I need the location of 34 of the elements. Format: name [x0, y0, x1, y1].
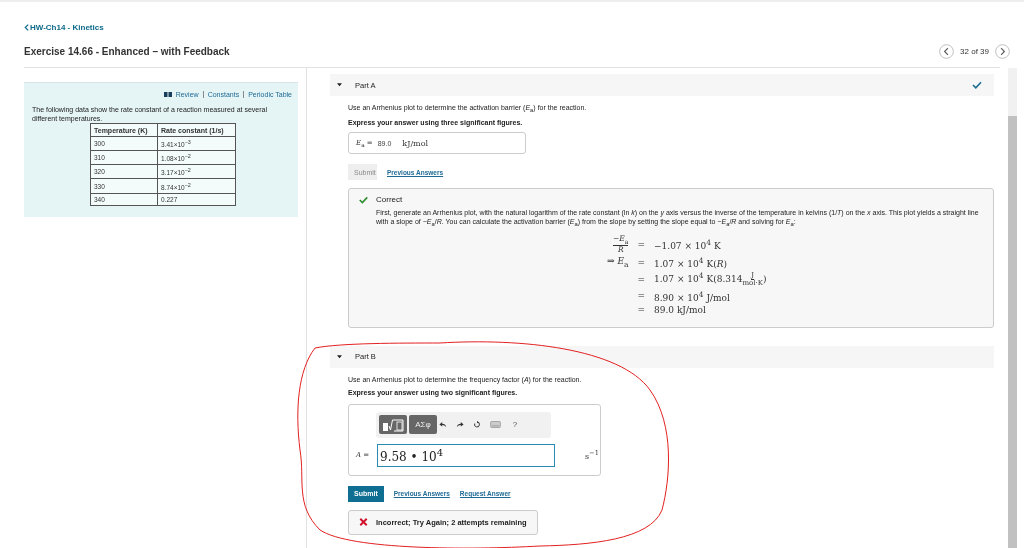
chevron-icon	[24, 24, 29, 31]
checkmark-icon	[359, 195, 368, 204]
undo-icon[interactable]	[439, 421, 447, 429]
cross-icon	[359, 518, 368, 527]
parenthesis: )	[763, 274, 767, 285]
equals-sign: =	[637, 304, 645, 315]
unit-label: s$^{−1}$	[585, 449, 599, 462]
breadcrumb-link[interactable]: HW-Ch14 - Kinetics	[24, 23, 104, 32]
previous-icon[interactable]	[939, 44, 955, 59]
checkmark-icon	[972, 81, 982, 89]
caret-icon	[337, 354, 342, 359]
answer-input[interactable]: 9.58 • 10$^{4}$	[377, 443, 555, 467]
equals-sign: =	[637, 257, 645, 268]
caret-icon	[337, 83, 342, 87]
equation-lhs: ⇒ E$_{a}$	[607, 256, 629, 267]
equation-value: −1.07 × 10$^{4}$ K	[654, 241, 721, 252]
equation-value: 89.0 kJ/mol	[654, 304, 706, 315]
templates-button[interactable]	[379, 415, 407, 435]
equals-sign: =	[637, 274, 645, 285]
scrollbar[interactable]	[1008, 68, 1017, 548]
help-button[interactable]: ?	[510, 415, 520, 435]
reset-icon[interactable]	[473, 421, 481, 429]
redo-icon[interactable]	[456, 421, 464, 429]
symbols-button[interactable]: ΑΣφ	[409, 415, 437, 435]
equation-value: 1.07 × 10$^{4}$ K(8.314	[654, 274, 743, 285]
feedback-heading: Correct	[376, 195, 403, 205]
equation-value: 1.07 × 10$^{4}$ K(R)	[654, 259, 727, 270]
equals-sign: =	[637, 291, 645, 302]
exercise-title: Exercise 14.66 - Enhanced – with Feedback	[24, 46, 230, 57]
next-icon[interactable]	[995, 44, 1010, 59]
book-icon	[163, 92, 172, 97]
page-counter: 32 of 39	[960, 47, 989, 56]
equation-value: 8.90 × 10$^{4}$ J/mol	[654, 292, 730, 303]
equals-sign: =	[637, 239, 645, 250]
